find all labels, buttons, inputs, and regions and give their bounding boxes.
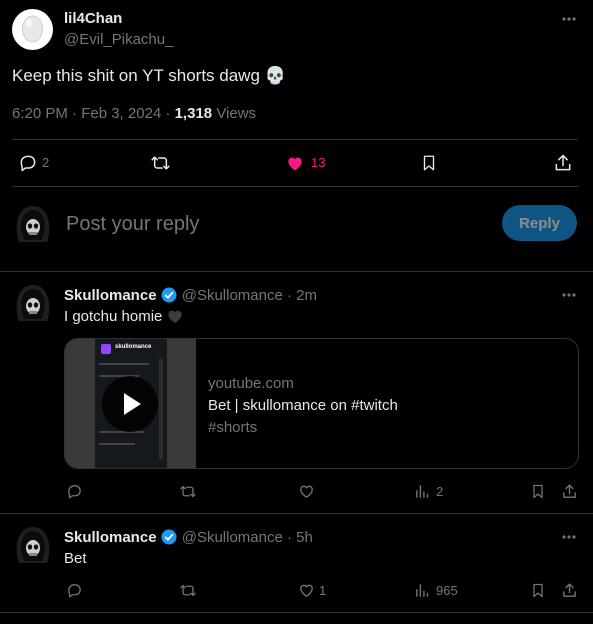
reply-icon[interactable] (66, 483, 83, 500)
thumbnail-line (99, 363, 149, 365)
black-heart-emoji (167, 309, 183, 323)
avatar[interactable] (13, 283, 53, 323)
tweet-time[interactable]: 6:20 PM · Feb 3, 2024 · (12, 105, 170, 122)
bookmark-icon[interactable] (530, 483, 546, 500)
retweet-icon[interactable] (179, 582, 197, 599)
thumbnail-line (99, 443, 135, 445)
divider (12, 186, 578, 187)
play-button-icon[interactable] (102, 376, 158, 432)
more-options-icon[interactable] (561, 529, 577, 545)
divider (12, 139, 578, 140)
verified-badge-icon (160, 528, 178, 546)
author-handle[interactable]: @Skullomance (182, 529, 283, 546)
views-count: 2 (436, 484, 444, 499)
author-name[interactable]: Skullomance (64, 287, 157, 304)
reply-header: Skullomance @Skullomance · 5h (64, 528, 313, 546)
bookmark-icon[interactable] (420, 153, 438, 173)
more-options-icon[interactable] (561, 287, 577, 303)
reply-time[interactable]: · 2m (287, 287, 317, 304)
retweet-icon[interactable] (179, 483, 197, 500)
tweet-meta: 6:20 PM · Feb 3, 2024 · 1,318 Views (12, 105, 256, 122)
tweet-text: Keep this shit on YT shorts dawg 💀 (12, 66, 286, 86)
verified-badge-icon (160, 286, 178, 304)
more-options-icon[interactable] (561, 11, 577, 27)
link-subtitle: #shorts (208, 419, 258, 436)
author-name[interactable]: Skullomance (64, 529, 157, 546)
hooded-skull-icon (16, 527, 50, 563)
twitch-logo-icon (101, 344, 111, 354)
avatar[interactable] (13, 525, 53, 565)
like-icon[interactable] (285, 153, 305, 173)
views-count: 965 (436, 583, 458, 598)
author-handle[interactable]: @Skullomance (182, 287, 283, 304)
link-domain: youtube.com (208, 375, 294, 392)
link-card[interactable]: skullomance youtube.com Bet | skullomanc… (64, 338, 579, 469)
reply-body: I gotchu homie (64, 308, 163, 325)
reply-header: Skullomance @Skullomance · 2m (64, 286, 317, 304)
avatar[interactable] (12, 9, 53, 50)
retweet-icon[interactable] (150, 153, 171, 173)
like-count: 1 (319, 583, 327, 598)
views-label: Views (216, 105, 257, 122)
views-icon[interactable] (414, 483, 431, 500)
reply-icon[interactable] (66, 582, 83, 599)
like-icon[interactable] (298, 483, 315, 500)
reply-button-label: Reply (519, 214, 560, 232)
reply-input[interactable] (66, 209, 486, 239)
thumbnail-scrollbar (159, 359, 163, 459)
reply-button[interactable]: Reply (502, 205, 577, 241)
reply-time[interactable]: · 5h (287, 529, 313, 546)
like-count: 13 (311, 155, 326, 170)
reply-count: 2 (42, 155, 50, 170)
share-icon[interactable] (561, 582, 578, 599)
divider (0, 612, 593, 613)
bookmark-icon[interactable] (530, 582, 546, 599)
thumbnail-label: skullomance (115, 344, 152, 350)
tweet-body: Keep this shit on YT shorts dawg (12, 66, 260, 85)
link-title[interactable]: Bet | skullomance on #twitch (208, 397, 398, 414)
my-avatar[interactable] (13, 204, 53, 244)
hooded-skull-icon (16, 206, 50, 242)
link-card-thumbnail: skullomance (65, 339, 196, 468)
reply-text: I gotchu homie (64, 308, 183, 325)
views-count: 1,318 (174, 105, 213, 122)
author-handle[interactable]: @Evil_Pikachu_ (64, 31, 173, 48)
author-name[interactable]: lil4Chan (64, 10, 122, 27)
skull-emoji: 💀 (264, 66, 286, 86)
share-icon[interactable] (561, 483, 578, 500)
egg-icon (22, 15, 43, 43)
divider (0, 271, 593, 272)
reply-icon[interactable] (18, 153, 38, 173)
like-icon[interactable] (298, 582, 315, 599)
views-icon[interactable] (414, 582, 431, 599)
hooded-skull-icon (16, 285, 50, 321)
share-icon[interactable] (553, 153, 573, 173)
divider (0, 513, 593, 514)
reply-body: Bet (64, 550, 87, 567)
